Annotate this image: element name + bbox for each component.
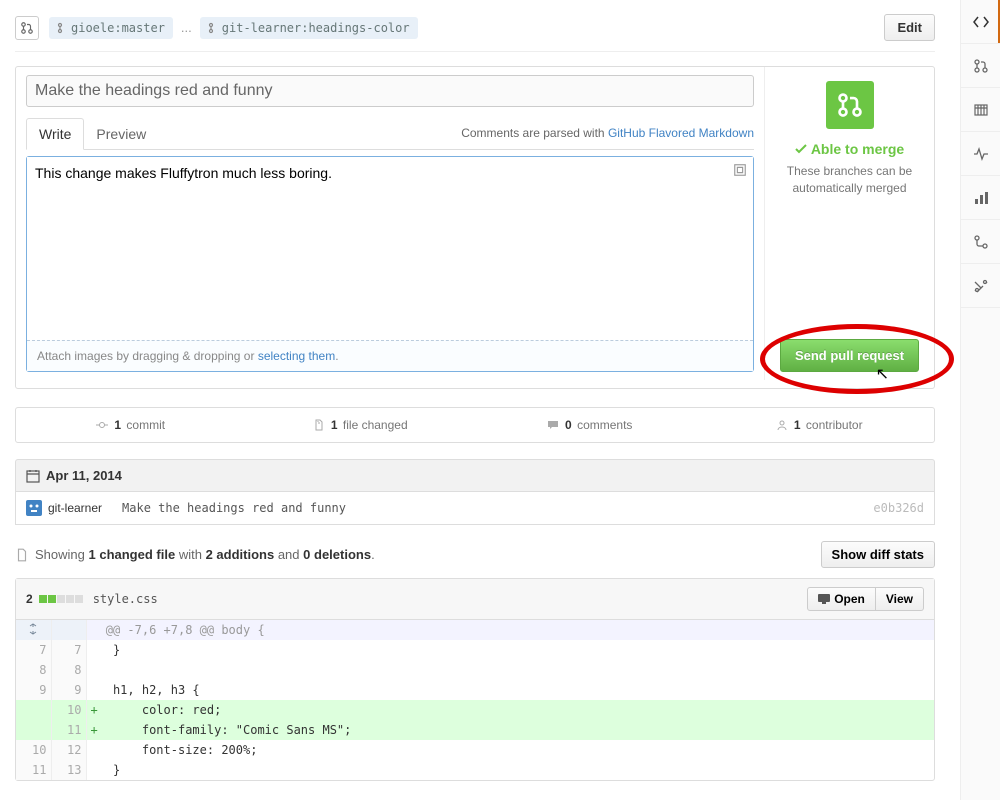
check-icon — [795, 143, 807, 155]
pr-title-input[interactable] — [26, 75, 754, 107]
send-pull-request-button[interactable]: Send pull request — [780, 339, 919, 372]
compare-icon — [15, 16, 39, 40]
markdown-note: Comments are parsed with GitHub Flavored… — [461, 126, 754, 140]
select-files-link[interactable]: selecting them — [258, 349, 335, 363]
stat-commits[interactable]: 1 commit — [16, 408, 246, 442]
merge-badge-icon — [826, 81, 874, 129]
head-branch-text: git-learner:headings-color — [222, 21, 410, 35]
commit-author: git-learner — [48, 501, 102, 515]
nav-pulse-icon[interactable] — [961, 132, 1000, 176]
merge-status-title: Able to merge — [795, 141, 904, 157]
diff-line-add: 10+ color: red; — [16, 700, 934, 720]
contributor-icon — [776, 419, 788, 431]
cursor-icon: ↖ — [876, 364, 889, 384]
file-icon — [313, 419, 325, 431]
tab-write[interactable]: Write — [26, 118, 84, 150]
view-file-button[interactable]: View — [876, 587, 924, 611]
diff-summary: Showing 1 changed file with 2 additions … — [15, 541, 935, 568]
edit-button[interactable]: Edit — [884, 14, 935, 41]
diff-line-add: 11+ font-family: "Comic Sans MS"; — [16, 720, 934, 740]
commit-message: Make the headings red and funny — [122, 501, 346, 515]
diff-file-panel: 2 style.css Open View @@ -7,6 +7,8 @@ bo… — [15, 578, 935, 781]
fullscreen-icon[interactable] — [733, 163, 747, 180]
merge-status-desc: These branches can be automatically merg… — [773, 163, 926, 197]
avatar-icon — [26, 500, 42, 516]
base-branch-text: gioele:master — [71, 21, 165, 35]
markdown-link[interactable]: GitHub Flavored Markdown — [608, 126, 754, 140]
open-file-button[interactable]: Open — [807, 587, 876, 611]
pr-description-textarea[interactable]: This change makes Fluffytron much less b… — [27, 157, 753, 337]
pr-form: Write Preview Comments are parsed with G… — [15, 66, 935, 389]
diff-line: 1012 font-size: 200%; — [16, 740, 934, 760]
diff-table: @@ -7,6 +7,8 @@ body { 77 } 88 99 h1, h2… — [16, 620, 934, 780]
commit-date-header: Apr 11, 2014 — [15, 459, 935, 492]
stat-comments[interactable]: 0 comments — [475, 408, 705, 442]
diff-hunk-header: @@ -7,6 +7,8 @@ body { — [16, 620, 934, 640]
nav-network-icon[interactable] — [961, 220, 1000, 264]
nav-wiki-icon[interactable] — [961, 88, 1000, 132]
right-sidebar — [960, 0, 1000, 800]
ellipsis: ... — [181, 20, 192, 35]
expand-icon[interactable] — [27, 623, 39, 635]
head-branch-chip[interactable]: git-learner:headings-color — [200, 17, 418, 39]
stats-row: 1 commit 1 file changed 0 comments 1 con… — [15, 407, 935, 443]
nav-graphs-icon[interactable] — [961, 176, 1000, 220]
diff-stat-squares — [39, 595, 83, 603]
branch-compare-bar: gioele:master ... git-learner:headings-c… — [15, 0, 935, 52]
diff-line: 99 h1, h2, h3 { — [16, 680, 934, 700]
commit-icon — [96, 419, 108, 431]
file-icon — [15, 548, 29, 562]
tab-preview[interactable]: Preview — [84, 119, 158, 149]
show-diff-stats-button[interactable]: Show diff stats — [821, 541, 935, 568]
diff-line: 1113 } — [16, 760, 934, 780]
commit-sha[interactable]: e0b326d — [873, 501, 924, 515]
screen-icon — [818, 594, 830, 604]
nav-settings-icon[interactable] — [961, 264, 1000, 308]
stat-files[interactable]: 1 file changed — [246, 408, 476, 442]
base-branch-chip[interactable]: gioele:master — [49, 17, 173, 39]
diff-line: 88 — [16, 660, 934, 680]
diff-add-count: 2 — [26, 592, 33, 606]
stat-contributors[interactable]: 1 contributor — [705, 408, 935, 442]
calendar-icon — [26, 469, 40, 483]
nav-code-icon[interactable] — [961, 0, 1000, 44]
comment-icon — [547, 419, 559, 431]
commit-row[interactable]: git-learner Make the headings red and fu… — [15, 492, 935, 525]
nav-pr-icon[interactable] — [961, 44, 1000, 88]
diff-line: 77 } — [16, 640, 934, 660]
attachment-dropzone[interactable]: Attach images by dragging & dropping or … — [27, 340, 753, 371]
diff-filename[interactable]: style.css — [93, 592, 158, 606]
